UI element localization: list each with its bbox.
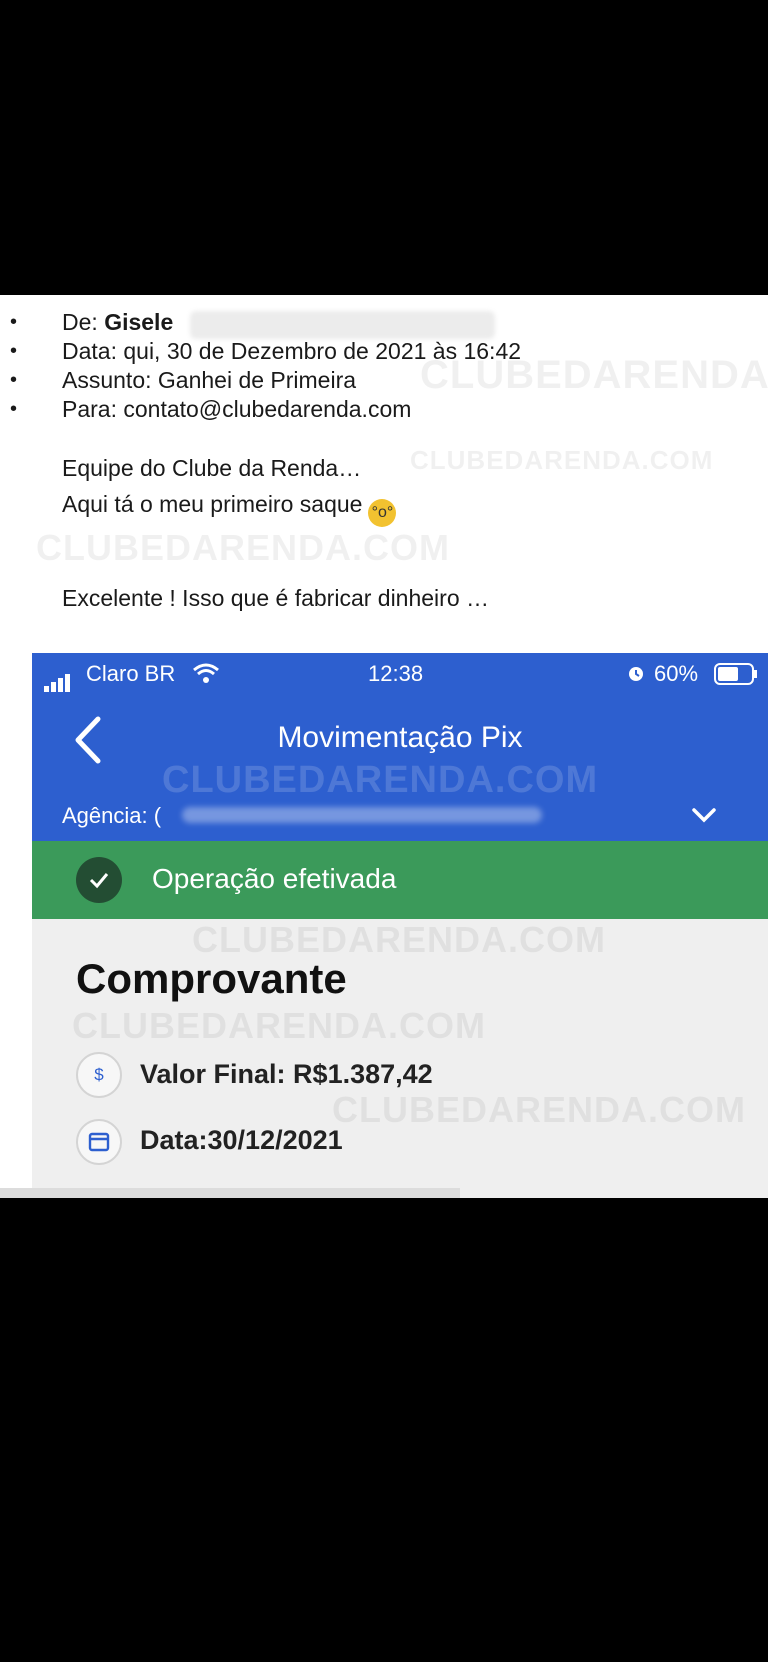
- subject-line: Assunto: Ganhei de Primeira: [62, 367, 357, 393]
- agency-label: Agência: (: [62, 803, 162, 828]
- app-bar: Movimentação Pix CLUBEDARENDA.COM: [32, 693, 768, 801]
- scream-emoji-icon: °o°: [368, 499, 397, 527]
- clock-label: 12:38: [368, 661, 424, 686]
- date-row: Data:30/12/2021: [140, 1125, 343, 1156]
- alarm-icon: [629, 667, 643, 681]
- body-line-2: Aqui tá o meu primeiro saque: [62, 491, 363, 517]
- to-line: Para: contato@clubedarenda.com: [62, 396, 412, 422]
- dollar-icon: $: [76, 1052, 122, 1098]
- body-line-2-row: Aqui tá o meu primeiro saque °o°: [62, 491, 397, 527]
- chevron-down-icon[interactable]: [690, 805, 718, 825]
- battery-label: 60%: [654, 661, 699, 686]
- battery-icon: [714, 663, 757, 685]
- watermark: CLUBEDARENDA.COM: [410, 445, 714, 475]
- body-line-1: Equipe do Clube da Renda…: [62, 455, 362, 481]
- email-header-list: • De: Gisele • Data: qui, 30 de Dezembro…: [0, 308, 768, 424]
- status-bar: Claro BR 12:38 60%: [32, 653, 768, 693]
- subject-row: • Assunto: Ganhei de Primeira: [10, 367, 357, 393]
- value-amount: 1.387,42: [327, 1059, 433, 1089]
- divider: [0, 1188, 460, 1198]
- value-label: Valor Final: R$: [140, 1059, 328, 1089]
- calendar-icon: [76, 1119, 122, 1165]
- receipt-content: Comprovante CLUBEDARENDA.COM CLUBEDAREND…: [32, 919, 768, 1198]
- watermark: CLUBEDARENDA.COM: [72, 1005, 486, 1046]
- body-line-3: Excelente ! Isso que é fabricar dinheiro…: [62, 585, 490, 611]
- check-icon: [76, 857, 122, 903]
- to-row: • Para: contato@clubedarenda.com: [10, 396, 412, 422]
- agency-selector[interactable]: Agência: (: [32, 793, 768, 841]
- page-title: Movimentação Pix: [277, 721, 523, 754]
- date-label: Data:: [140, 1125, 208, 1155]
- from-row: • De: Gisele: [0, 308, 768, 339]
- status-text: Operação efetivada: [152, 863, 397, 894]
- pix-receipt-screenshot: Claro BR 12:38 60% Movimentação Pix CLUB…: [32, 653, 768, 1198]
- watermark: CLUBEDARENDA.COM: [332, 1089, 746, 1130]
- redacted-agency: [182, 807, 542, 823]
- signal-icon: [44, 666, 72, 692]
- wifi-icon: [193, 663, 219, 683]
- carrier-label: Claro BR: [86, 661, 176, 686]
- success-banner: Operação efetivada: [32, 841, 768, 919]
- redacted-surname: [190, 311, 495, 339]
- receipt-title: Comprovante: [76, 955, 347, 1002]
- from-label: De:: [62, 309, 105, 335]
- from-name: Gisele: [104, 309, 174, 335]
- date-row: • Data: qui, 30 de Dezembro de 2021 às 1…: [10, 338, 522, 364]
- date-line: Data: qui, 30 de Dezembro de 2021 às 16:…: [62, 338, 522, 364]
- watermark: CLUBEDARENDA.COM: [36, 527, 450, 568]
- date-value: 30/12/2021: [207, 1125, 343, 1155]
- value-row: Valor Final: R$1.387,42: [140, 1059, 433, 1090]
